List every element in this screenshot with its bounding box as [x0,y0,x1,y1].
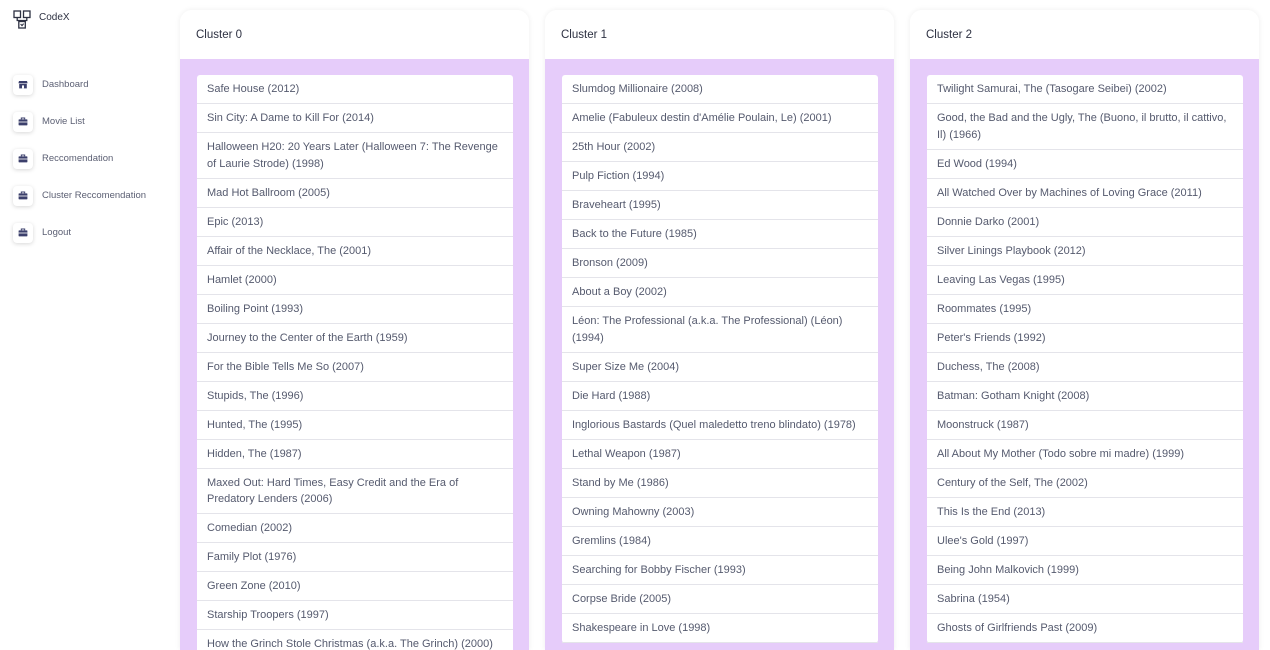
sidebar-item-label: Logout [42,227,72,238]
brand-name: CodeX [39,11,70,23]
movie-list-item[interactable]: Leaving Las Vegas (1995) [927,266,1243,295]
cluster-header: Cluster 2 [910,10,1259,59]
movie-list-item[interactable]: Journey to the Center of the Earth (1959… [197,324,513,353]
movie-list-item[interactable]: Sin City: A Dame to Kill For (2014) [197,104,513,133]
movie-list-item[interactable]: Slumdog Millionaire (2008) [562,75,878,104]
movie-list-item[interactable]: Léon: The Professional (a.k.a. The Profe… [562,307,878,353]
movie-list-item[interactable]: Gremlins (1984) [562,527,878,556]
movie-list-item[interactable]: Ghosts of Girlfriends Past (2009) [927,614,1243,643]
movie-list-item[interactable]: Corpse Bride (2005) [562,585,878,614]
movie-list-item[interactable]: Moonstruck (1987) [927,411,1243,440]
cluster-title: Cluster 0 [196,28,243,41]
cluster-body: Safe House (2012) Sin City: A Dame to Kil… [180,59,529,650]
movie-list-item[interactable]: Amelie (Fabuleux destin d'Amélie Poulain… [562,104,878,133]
brand[interactable]: CodeX [13,10,70,30]
briefcase-icon [13,148,33,169]
cluster-card-2: Cluster 2 Twilight Samurai, The (Tasogare… [910,10,1259,650]
briefcase-icon [13,111,33,132]
sidebar-item-movie-list[interactable]: Movie List [13,103,146,140]
sidebar-nav: Dashboard Movie List Reccomendation Cluster… [13,66,146,251]
movie-list-item[interactable]: Green Zone (2010) [197,572,513,601]
movie-list-item[interactable]: Hamlet (2000) [197,266,513,295]
movie-list-item[interactable]: Affair of the Necklace, The (2001) [197,237,513,266]
cluster-title: Cluster 1 [561,28,608,41]
store-icon [13,74,33,95]
movie-list-item[interactable]: Duchess, The (2008) [927,353,1243,382]
movie-list-item[interactable]: Bronson (2009) [562,249,878,278]
briefcase-icon [13,222,33,243]
movie-list-item[interactable]: Shakespeare in Love (1998) [562,614,878,643]
sidebar-item-label: Dashboard [42,79,89,90]
movie-list-item[interactable]: Epic (2013) [197,208,513,237]
movie-list-item[interactable]: All About My Mother (Todo sobre mi madre… [927,440,1243,469]
movie-list-item[interactable]: All Watched Over by Machines of Loving G… [927,179,1243,208]
movie-list-item[interactable]: Pulp Fiction (1994) [562,162,878,191]
briefcase-icon [13,185,33,206]
sidebar-item-cluster-reccomendation[interactable]: Cluster Reccomendation [13,177,146,214]
cluster-header: Cluster 1 [545,10,894,59]
movie-list-item[interactable]: Starship Troopers (1997) [197,601,513,630]
movie-list-item[interactable]: 25th Hour (2002) [562,133,878,162]
movie-list-item[interactable]: Lethal Weapon (1987) [562,440,878,469]
movie-list-item[interactable]: Safe House (2012) [197,75,513,104]
movie-list-item[interactable]: Ed Wood (1994) [927,150,1243,179]
movie-list-item[interactable]: Comedian (2002) [197,514,513,543]
cluster-card-0: Cluster 0 Safe House (2012) Sin City: A Da… [180,10,529,650]
movie-list-item[interactable]: This Is the End (2013) [927,498,1243,527]
sidebar-item-reccomendation[interactable]: Reccomendation [13,140,146,177]
sidebar: CodeX Dashboard Movie List Reccomendation C… [0,0,170,645]
movie-list-item[interactable]: Silver Linings Playbook (2012) [927,237,1243,266]
movie-list: Slumdog Millionaire (2008) Amelie (Fabule… [562,75,878,643]
sidebar-item-label: Movie List [42,116,85,127]
sidebar-item-label: Reccomendation [42,153,114,164]
logo-icon [13,10,31,29]
movie-list-item[interactable]: Good, the Bad and the Ugly, The (Buono, … [927,104,1243,150]
movie-list-item[interactable]: Mad Hot Ballroom (2005) [197,179,513,208]
movie-list-item[interactable]: Searching for Bobby Fischer (1993) [562,556,878,585]
movie-list-item[interactable]: Owning Mahowny (2003) [562,498,878,527]
movie-list-item[interactable]: How the Grinch Stole Christmas (a.k.a. T… [197,630,513,650]
movie-list-item[interactable]: About a Boy (2002) [562,278,878,307]
movie-list-item[interactable]: Stand by Me (1986) [562,469,878,498]
cluster-body: Twilight Samurai, The (Tasogare Seibei) … [910,59,1259,650]
movie-list-item[interactable]: Century of the Self, The (2002) [927,469,1243,498]
cluster-body: Slumdog Millionaire (2008) Amelie (Fabule… [545,59,894,650]
movie-list-item[interactable]: Being John Malkovich (1999) [927,556,1243,585]
movie-list-item[interactable]: Halloween H20: 20 Years Later (Halloween… [197,133,513,179]
movie-list-item[interactable]: Stupids, The (1996) [197,382,513,411]
sidebar-item-dashboard[interactable]: Dashboard [13,66,146,103]
movie-list-item[interactable]: Back to the Future (1985) [562,220,878,249]
movie-list-item[interactable]: For the Bible Tells Me So (2007) [197,353,513,382]
movie-list-item[interactable]: Super Size Me (2004) [562,353,878,382]
movie-list-item[interactable]: Twilight Samurai, The (Tasogare Seibei) … [927,75,1243,104]
movie-list-item[interactable]: Family Plot (1976) [197,543,513,572]
movie-list-item[interactable]: Die Hard (1988) [562,382,878,411]
sidebar-item-label: Cluster Reccomendation [42,190,147,201]
movie-list-item[interactable]: Donnie Darko (2001) [927,208,1243,237]
movie-list-item[interactable]: Inglorious Bastards (Quel maledetto tren… [562,411,878,440]
cluster-card-1: Cluster 1 Slumdog Millionaire (2008) Ameli… [545,10,894,650]
movie-list-item[interactable]: Roommates (1995) [927,295,1243,324]
movie-list-item[interactable]: Peter's Friends (1992) [927,324,1243,353]
movie-list-item[interactable]: Boiling Point (1993) [197,295,513,324]
movie-list-item[interactable]: Hidden, The (1987) [197,440,513,469]
movie-list-item[interactable]: Batman: Gotham Knight (2008) [927,382,1243,411]
movie-list-item[interactable]: Maxed Out: Hard Times, Easy Credit and t… [197,469,513,514]
movie-list-item[interactable]: Braveheart (1995) [562,191,878,220]
cluster-header: Cluster 0 [180,10,529,59]
movie-list: Twilight Samurai, The (Tasogare Seibei) … [927,75,1243,643]
movie-list-item[interactable]: Sabrina (1954) [927,585,1243,614]
sidebar-item-logout[interactable]: Logout [13,214,146,251]
movie-list-item[interactable]: Ulee's Gold (1997) [927,527,1243,556]
movie-list: Safe House (2012) Sin City: A Dame to Kil… [197,75,513,650]
movie-list-item[interactable]: Hunted, The (1995) [197,411,513,440]
cluster-title: Cluster 2 [926,28,973,41]
